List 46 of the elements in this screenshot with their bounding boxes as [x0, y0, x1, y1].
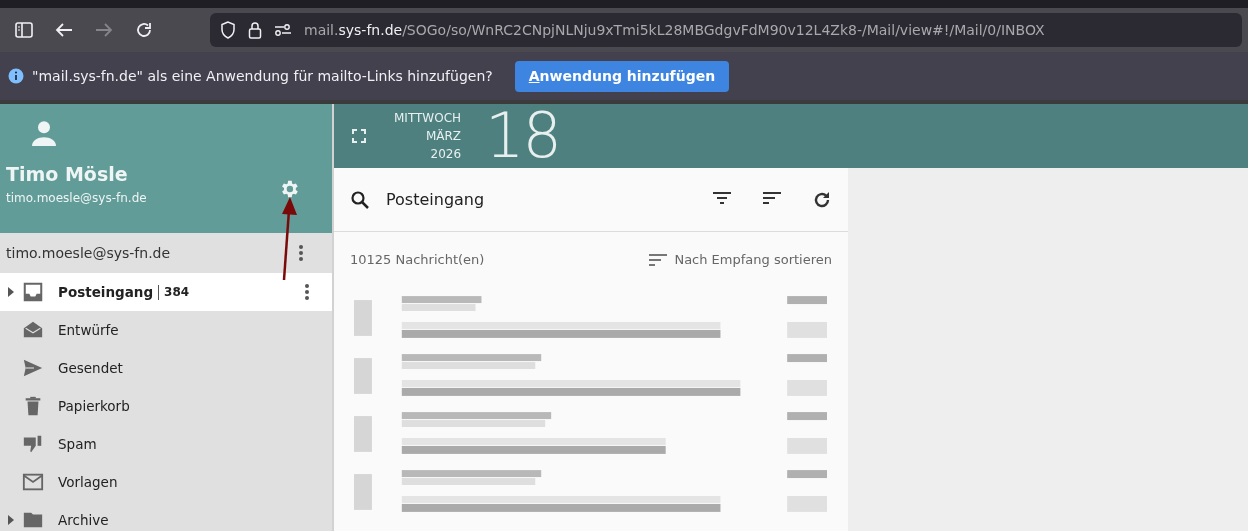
- folder-label: Entwürfe: [58, 322, 120, 338]
- folder-label: Gesendet: [58, 360, 124, 376]
- folder-label: Papierkorb: [58, 398, 131, 414]
- folder-item[interactable]: Spam: [0, 425, 332, 463]
- sidebar-icon: [15, 22, 33, 38]
- day-number: 18: [485, 105, 560, 167]
- user-email: timo.moesle@sys-fn.de: [6, 189, 147, 207]
- info-icon: [8, 68, 24, 84]
- user-name: Timo Mösle: [6, 162, 128, 187]
- sort-icon[interactable]: [762, 189, 782, 206]
- reload-icon: [135, 21, 153, 39]
- sort-label[interactable]: Nach Empfang sortieren: [674, 250, 832, 270]
- year-label: 2026: [429, 146, 462, 163]
- expand-arrow-icon[interactable]: [8, 515, 14, 525]
- forward-arrow-icon: [95, 22, 113, 38]
- month-label: MÄRZ: [424, 128, 462, 145]
- fullscreen-icon[interactable]: [352, 129, 366, 143]
- search-icon[interactable]: [350, 189, 370, 210]
- mailbox-title: Posteingang: [386, 188, 486, 211]
- expand-arrow-icon[interactable]: [8, 287, 14, 297]
- folder-item[interactable]: Vorlagen: [0, 463, 332, 501]
- account-label[interactable]: timo.moesle@sys-fn.de: [6, 242, 298, 264]
- thumbs-down-icon: [22, 433, 44, 455]
- shield-icon: [220, 21, 236, 39]
- folder-label: Archive: [58, 512, 110, 528]
- add-application-button[interactable]: Anwendung hinzufügen: [514, 60, 730, 92]
- envelope-icon: [22, 471, 44, 493]
- folder-label: Spam: [58, 436, 98, 452]
- more-options-icon[interactable]: [298, 244, 304, 262]
- permissions-icon: [274, 23, 292, 37]
- folder-item[interactable]: Gesendet: [0, 349, 332, 387]
- folder-item[interactable]: Papierkorb: [0, 387, 332, 425]
- folder-item[interactable]: Entwürfe: [0, 311, 332, 349]
- back-arrow-icon: [55, 22, 73, 38]
- lock-icon: [248, 21, 262, 39]
- weekday-label: MITTWOCH: [394, 110, 462, 127]
- folder-label: Vorlagen: [58, 474, 119, 490]
- notification-text: "mail.sys-fn.de" als eine Anwendung für mailto-Links hinzufügen?: [32, 66, 493, 86]
- inbox-icon: [22, 281, 44, 303]
- more-options-icon[interactable]: [304, 283, 310, 301]
- message-count: 10125 Nachricht(en): [350, 251, 486, 270]
- folder-label: Posteingang 384: [58, 284, 191, 300]
- send-icon: [22, 357, 44, 379]
- folder-item[interactable]: Posteingang 384: [0, 273, 332, 311]
- filter-icon[interactable]: [712, 189, 732, 206]
- folder-item[interactable]: Archive: [0, 501, 332, 531]
